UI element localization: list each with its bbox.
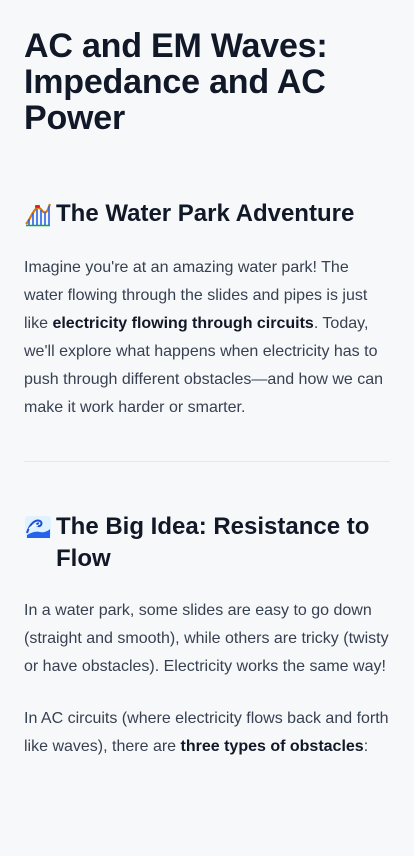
obstacles-bold-phrase: three types of obstacles	[180, 738, 364, 755]
ac-obstacles-paragraph: In AC circuits (where electricity flows …	[24, 705, 390, 761]
section-heading-water-park: The Water Park Adventure	[24, 198, 390, 230]
article: AC and EM Waves: Impedance and AC Power …	[0, 28, 414, 761]
roller-coaster-icon	[24, 200, 52, 228]
section-heading-text: The Big Idea: Resistance to Flow	[56, 513, 370, 572]
section-heading-big-idea: The Big Idea: Resistance to Flow	[24, 511, 390, 575]
section-heading-text: The Water Park Adventure	[56, 200, 355, 227]
page-title: AC and EM Waves: Impedance and AC Power	[24, 27, 328, 137]
obstacles-text-after: :	[363, 738, 369, 755]
water-park-analogy-paragraph: In a water park, some slides are easy to…	[24, 602, 389, 675]
wave-icon	[24, 513, 52, 541]
section-divider	[24, 461, 390, 462]
intro-bold-phrase: electricity flowing through circuits	[52, 315, 314, 332]
intro-paragraph: Imagine you're at an amazing water park!…	[24, 254, 390, 422]
